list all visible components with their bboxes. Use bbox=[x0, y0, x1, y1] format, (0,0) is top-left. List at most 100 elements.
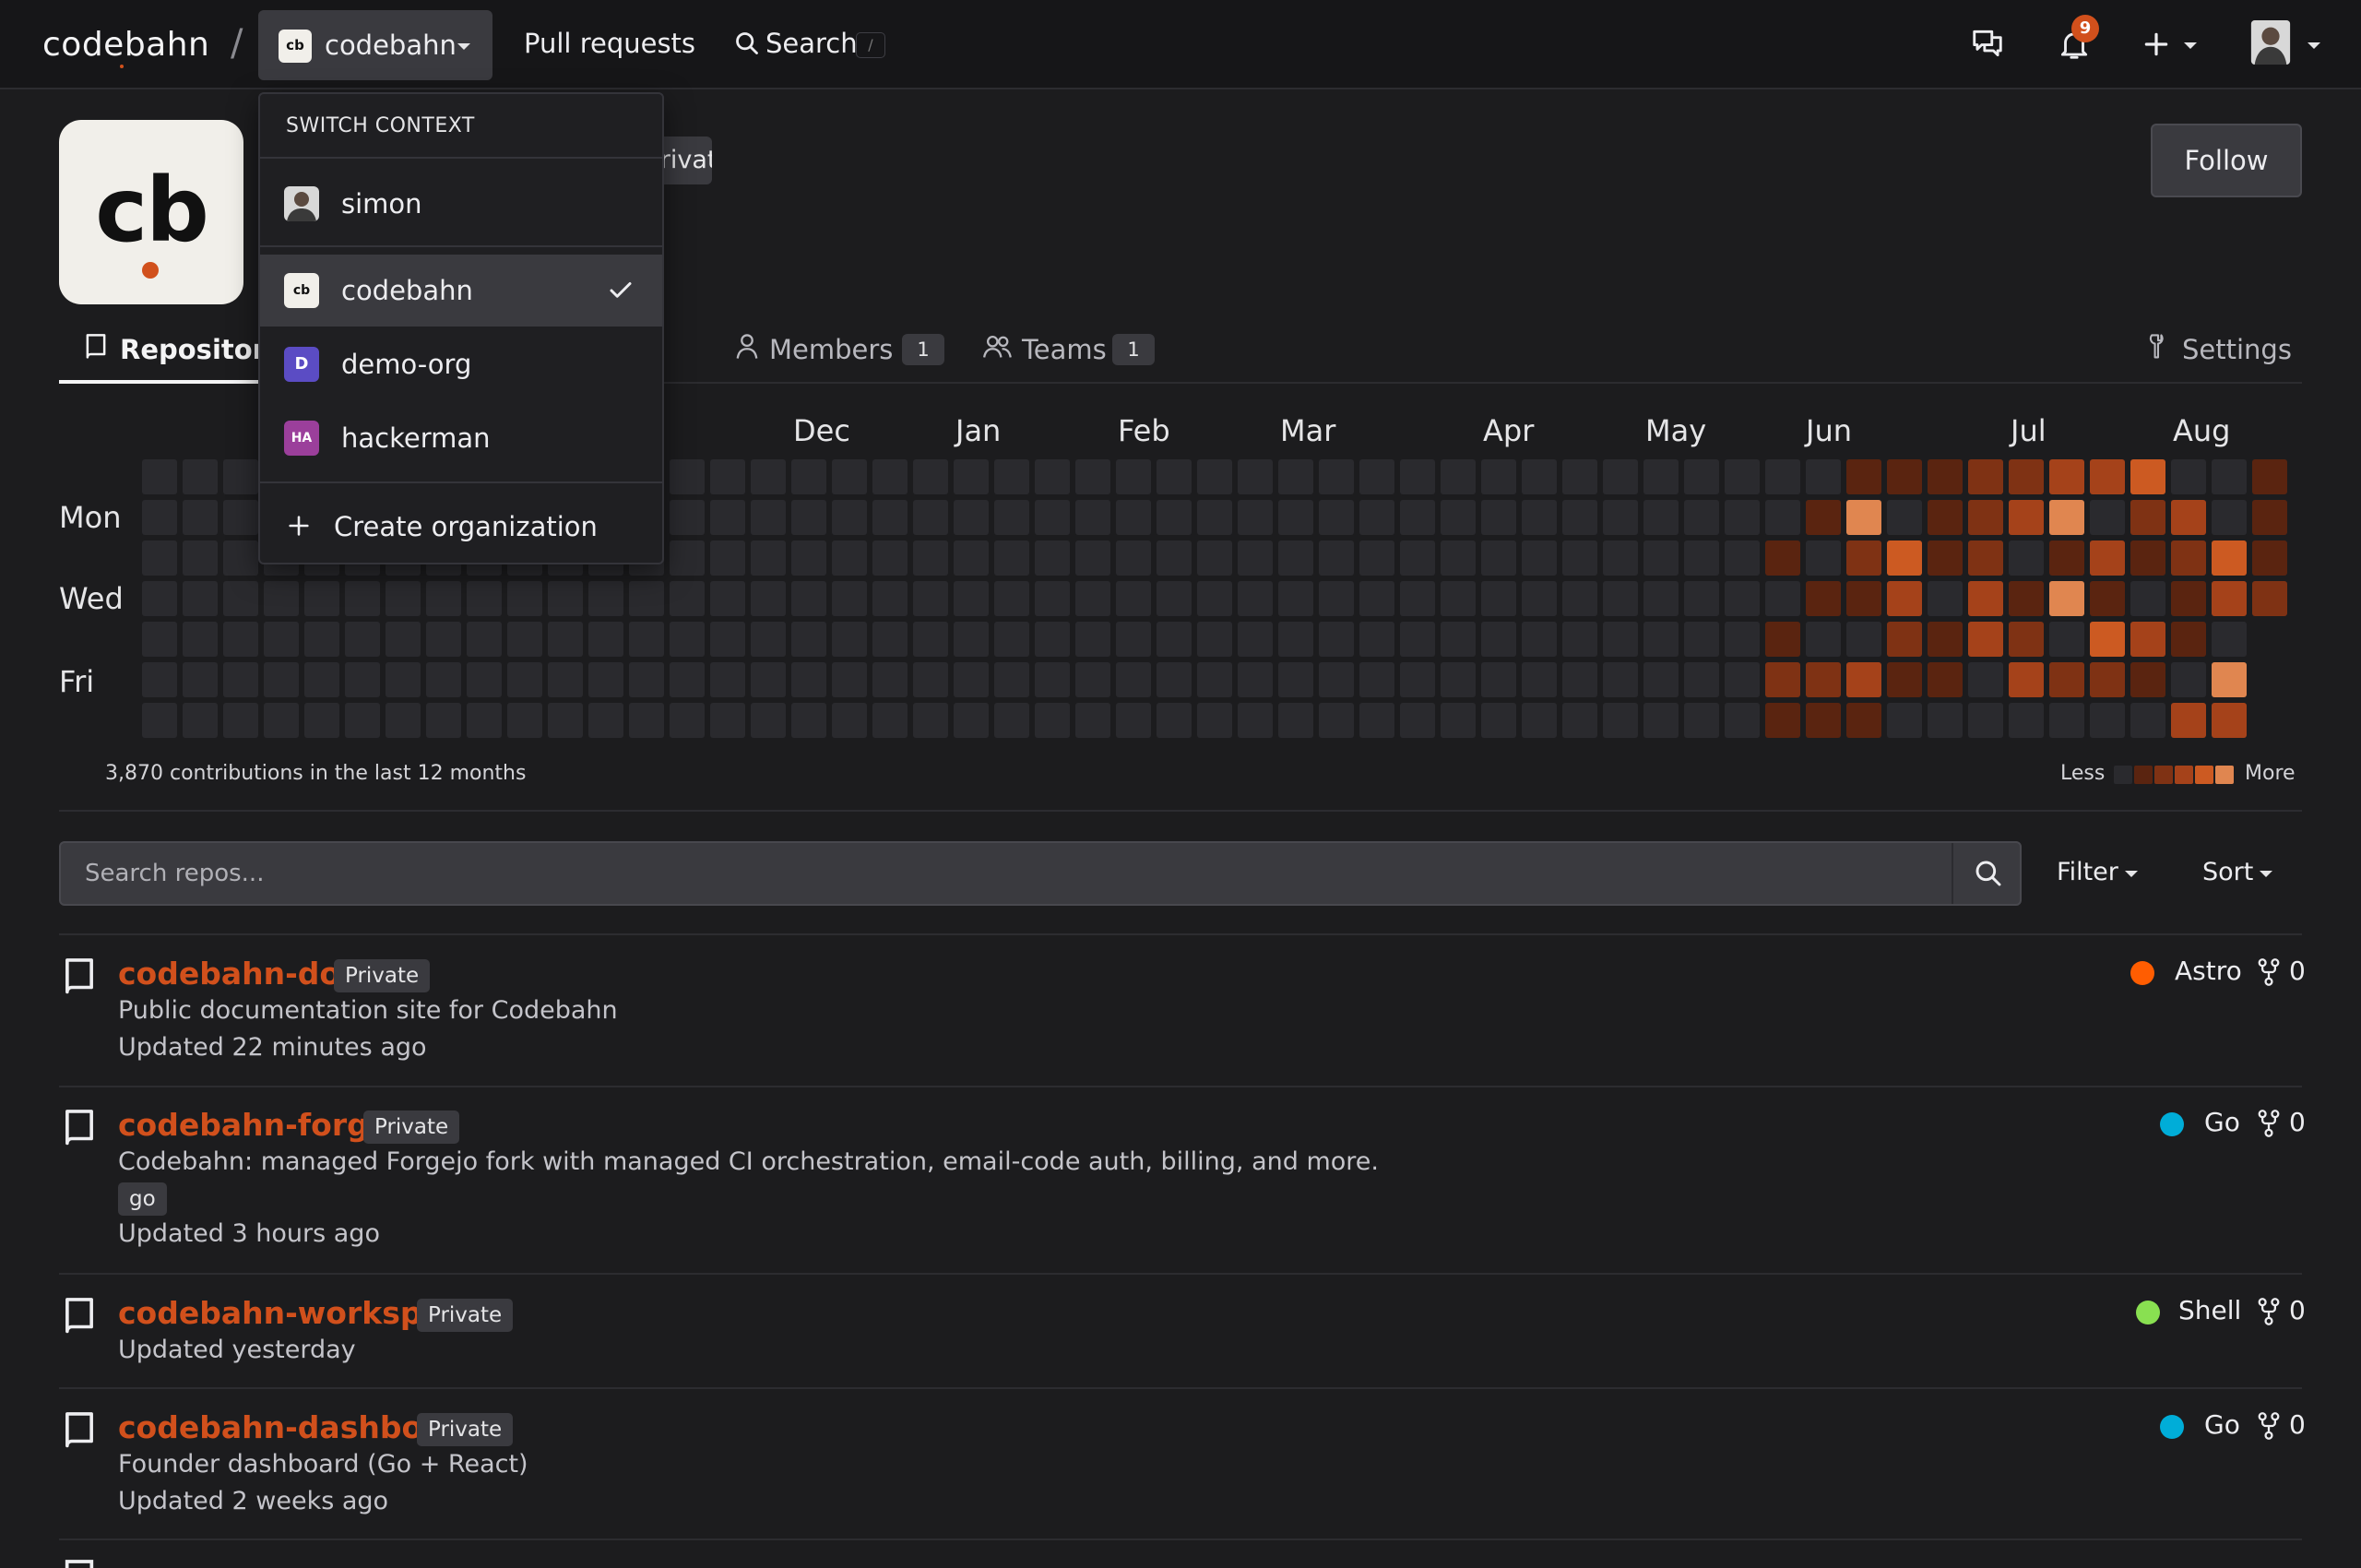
heatmap-cell bbox=[1765, 500, 1800, 535]
heatmap-cell bbox=[1157, 581, 1192, 616]
user-menu-button[interactable] bbox=[2250, 18, 2324, 70]
heatmap-cell bbox=[1522, 540, 1557, 576]
user-avatar bbox=[284, 186, 319, 221]
heatmap-cell bbox=[2171, 500, 2206, 535]
heatmap-cell bbox=[1116, 459, 1151, 494]
repo-language: Go bbox=[2204, 1107, 2240, 1137]
heatmap-cell bbox=[913, 459, 948, 494]
heatmap-cell bbox=[1643, 662, 1679, 697]
repo-list-item: codebahn-dashboard Private Founder dashb… bbox=[59, 1409, 2306, 1538]
context-logo: cb bbox=[279, 30, 312, 63]
heatmap-cell bbox=[1643, 581, 1679, 616]
heatmap-cell bbox=[1725, 703, 1760, 738]
heatmap-cell bbox=[1522, 703, 1557, 738]
heatmap-cell bbox=[1806, 540, 1841, 576]
heatmap-cell bbox=[1603, 500, 1638, 535]
heatmap-cell bbox=[2049, 622, 2084, 657]
repo-description: Founder dashboard (Go + React) bbox=[118, 1450, 528, 1479]
heatmap-cell bbox=[1928, 459, 1963, 494]
heatmap-cell bbox=[1887, 459, 1922, 494]
heatmap-cell bbox=[913, 581, 948, 616]
follow-button[interactable]: Follow bbox=[2151, 124, 2302, 197]
heatmap-cell bbox=[872, 703, 908, 738]
heatmap-cell bbox=[2130, 540, 2165, 576]
legend-swatch bbox=[2215, 766, 2234, 784]
heatmap-cell bbox=[2009, 581, 2044, 616]
create-new-button[interactable] bbox=[2142, 28, 2201, 61]
heatmap-cell bbox=[751, 540, 786, 576]
members-count-badge: 1 bbox=[902, 334, 944, 365]
heatmap-cell bbox=[1238, 622, 1273, 657]
heatmap-cell bbox=[345, 662, 380, 697]
repo-list-item: codebahn-docs Private Public documentati… bbox=[59, 956, 2306, 1085]
heatmap-cell bbox=[1684, 662, 1719, 697]
check-icon bbox=[610, 282, 632, 298]
heatmap-cell bbox=[467, 662, 502, 697]
heatmap-cell bbox=[1725, 622, 1760, 657]
menu-item-hackerman[interactable]: HA hackerman bbox=[260, 402, 662, 474]
heatmap-cell bbox=[304, 581, 339, 616]
heatmap-cell bbox=[1928, 581, 1963, 616]
repo-search-box bbox=[59, 841, 2022, 906]
menu-item-label: Create organization bbox=[334, 511, 598, 542]
menu-item-demo-org[interactable]: D demo-org bbox=[260, 328, 662, 400]
heatmap-cell bbox=[2090, 622, 2125, 657]
chevron-down-icon bbox=[2308, 42, 2320, 49]
heatmap-cell bbox=[913, 703, 948, 738]
heatmap-cell bbox=[2171, 581, 2206, 616]
heatmap-cell bbox=[2252, 500, 2287, 535]
legend-swatch bbox=[2114, 766, 2132, 784]
tab-teams[interactable]: Teams 1 bbox=[983, 325, 1186, 380]
search-shortcut-key: / bbox=[856, 32, 885, 58]
repo-search-button[interactable] bbox=[1952, 843, 2022, 904]
repo-language: Shell bbox=[2178, 1295, 2242, 1325]
create-organization-item[interactable]: Create organization bbox=[260, 491, 662, 563]
heatmap-cell bbox=[791, 500, 826, 535]
menu-item-simon[interactable]: simon bbox=[260, 168, 662, 240]
heatmap-cell bbox=[1116, 500, 1151, 535]
legend-swatch bbox=[2175, 766, 2193, 784]
heatmap-cell bbox=[2009, 703, 2044, 738]
heatmap-cell bbox=[2049, 540, 2084, 576]
heatmap-cell bbox=[751, 622, 786, 657]
heatmap-cell bbox=[264, 581, 299, 616]
repo-topic-tag[interactable]: go bbox=[118, 1182, 167, 1216]
heatmap-cell bbox=[1075, 703, 1110, 738]
heatmap-cell bbox=[710, 662, 745, 697]
heatmap-cell bbox=[1359, 703, 1394, 738]
menu-divider bbox=[260, 481, 662, 483]
chat-button[interactable] bbox=[1970, 26, 2005, 61]
heatmap-cell bbox=[670, 703, 705, 738]
org-avatar-text: cb bbox=[95, 159, 209, 262]
heatmap-cell bbox=[588, 622, 623, 657]
heatmap-cell bbox=[710, 459, 745, 494]
sort-dropdown[interactable]: Sort bbox=[2202, 858, 2285, 886]
filter-dropdown[interactable]: Filter bbox=[2057, 858, 2149, 886]
context-switcher-button[interactable]: cb codebahn bbox=[258, 10, 492, 80]
heatmap-cell bbox=[183, 703, 218, 738]
heatmap-cell bbox=[791, 703, 826, 738]
repo-icon bbox=[65, 1412, 93, 1448]
tab-settings[interactable]: Settings bbox=[2145, 325, 2293, 380]
heatmap-cell bbox=[183, 540, 218, 576]
heatmap-cell bbox=[1806, 500, 1841, 535]
heatmap-cell bbox=[2252, 540, 2287, 576]
menu-item-codebahn[interactable]: cb codebahn bbox=[260, 255, 662, 327]
heatmap-cell bbox=[2171, 622, 2206, 657]
heatmap-cell bbox=[345, 703, 380, 738]
heatmap-cell bbox=[1400, 540, 1435, 576]
heatmap-cell bbox=[1359, 459, 1394, 494]
repo-search-input[interactable] bbox=[61, 843, 1952, 904]
heatmap-cell bbox=[2212, 459, 2247, 494]
heatmap-cell bbox=[1806, 703, 1841, 738]
tab-members-label: Members bbox=[769, 334, 894, 365]
org-avatar: HA bbox=[284, 421, 319, 456]
heatmap-cell bbox=[1846, 662, 1881, 697]
tab-members[interactable]: Members 1 bbox=[734, 325, 955, 380]
chevron-down-icon bbox=[457, 43, 470, 50]
heatmap-cell bbox=[507, 662, 542, 697]
brand-logo[interactable]: codebahn bbox=[42, 26, 209, 64]
heatmap-cell bbox=[872, 540, 908, 576]
pull-requests-link[interactable]: Pull requests bbox=[524, 28, 695, 59]
people-icon bbox=[983, 336, 1012, 358]
